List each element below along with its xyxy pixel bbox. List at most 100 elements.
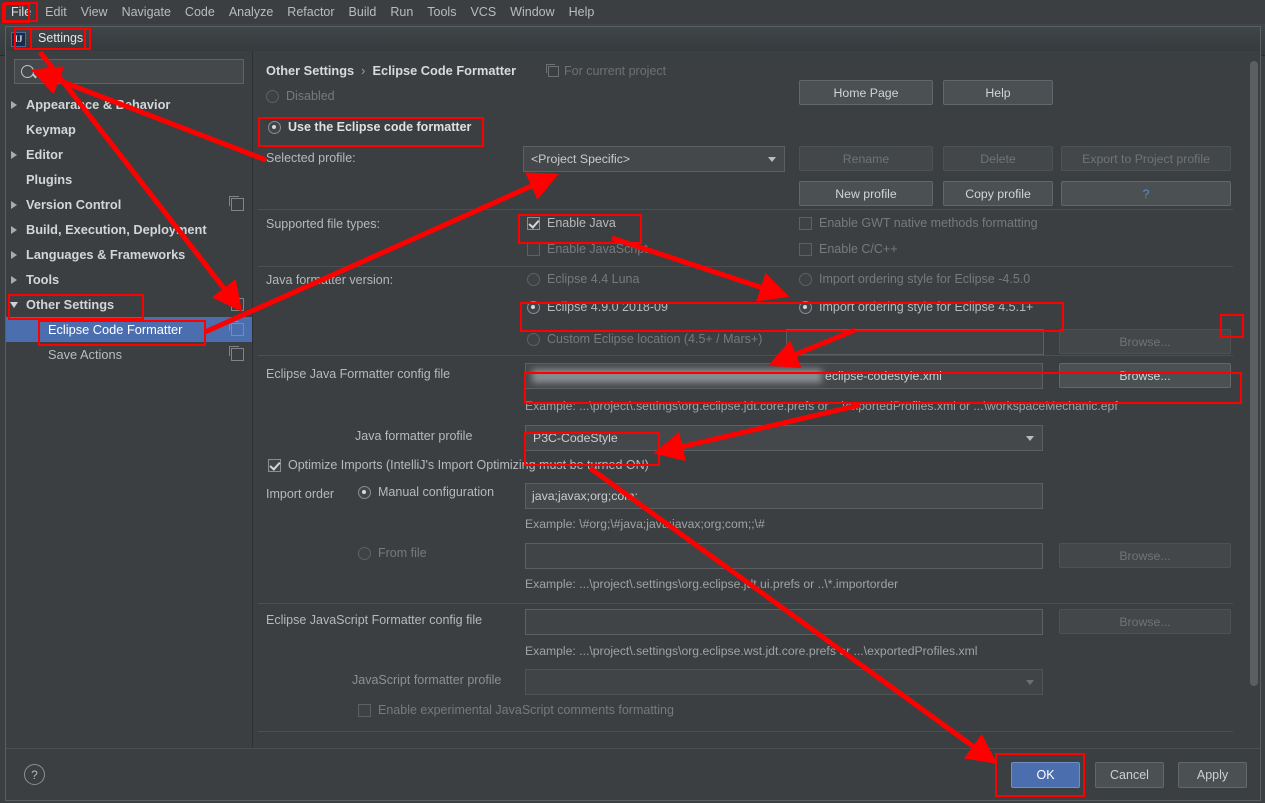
radio-eclipse-490-label: Eclipse 4.9.0 2018-09 xyxy=(547,300,668,314)
eclipse-java-config-file-label: Eclipse Java Formatter config file xyxy=(266,367,451,381)
sidebar-item-other-settings[interactable]: Other Settings xyxy=(6,292,252,317)
menu-item-edit[interactable]: Edit xyxy=(38,2,74,22)
content-scrollbar[interactable] xyxy=(1248,51,1259,748)
chevron-right-icon[interactable] xyxy=(11,225,17,234)
menu-item-view[interactable]: View xyxy=(74,2,115,22)
scrollbar-thumb[interactable] xyxy=(1250,61,1258,686)
search-icon xyxy=(21,65,34,78)
sidebar-item-languages-frameworks[interactable]: Languages & Frameworks xyxy=(6,242,252,267)
radio-use-eclipse-formatter[interactable]: Use the Eclipse code formatter xyxy=(268,120,471,134)
radio-import-order-451[interactable]: Import ordering style for Eclipse 4.5.1+ xyxy=(799,300,1033,314)
sidebar-item-editor[interactable]: Editor xyxy=(6,142,252,167)
selected-profile-combo[interactable]: <Project Specific> xyxy=(523,146,785,172)
menu-item-refactor[interactable]: Refactor xyxy=(280,2,341,22)
chevron-right-icon[interactable] xyxy=(11,200,17,209)
import-order-manual-input[interactable]: java;javax;org;com; xyxy=(525,483,1043,509)
checkbox-enable-javascript[interactable]: Enable JavaScript xyxy=(527,242,648,256)
breadcrumb-separator-icon: › xyxy=(361,63,366,78)
radio-eclipse-490-2018-09[interactable]: Eclipse 4.9.0 2018-09 xyxy=(527,300,668,314)
sidebar-item-appearance-behavior[interactable]: Appearance & Behavior xyxy=(6,92,252,117)
java-formatter-profile-combo[interactable]: P3C-CodeStyle xyxy=(525,425,1043,451)
sidebar-item-save-actions[interactable]: Save Actions xyxy=(6,342,252,367)
divider xyxy=(258,266,1233,267)
sidebar-item-eclipse-code-formatter[interactable]: Eclipse Code Formatter xyxy=(6,317,252,342)
export-to-project-profile-button[interactable]: Export to Project profile xyxy=(1061,146,1231,171)
menu-item-help[interactable]: Help xyxy=(562,2,602,22)
java-config-browse-button[interactable]: Browse... xyxy=(1059,363,1231,388)
copy-settings-icon[interactable] xyxy=(229,346,244,361)
checkbox-enable-gwt[interactable]: Enable GWT native methods formatting xyxy=(799,216,1038,230)
java-formatter-profile-value: P3C-CodeStyle xyxy=(533,431,618,445)
chevron-right-icon[interactable] xyxy=(11,100,17,109)
sidebar-item-plugins[interactable]: Plugins xyxy=(6,167,252,192)
menu-item-analyze[interactable]: Analyze xyxy=(222,2,280,22)
radio-dot-icon xyxy=(358,485,371,499)
radio-disabled-mode[interactable]: Disabled xyxy=(266,89,335,103)
tree-expander xyxy=(6,301,22,308)
copy-settings-icon[interactable] xyxy=(229,196,244,211)
menu-item-vcs[interactable]: VCS xyxy=(463,2,503,22)
help-button[interactable]: Help xyxy=(943,80,1053,105)
menu-item-run[interactable]: Run xyxy=(383,2,420,22)
dialog-title-bar: IJ Settings xyxy=(6,27,1260,51)
checkbox-experimental-js-comments-label: Enable experimental JavaScript comments … xyxy=(378,703,674,717)
menu-item-code[interactable]: Code xyxy=(178,2,222,22)
search-input[interactable] xyxy=(14,59,244,84)
ok-button[interactable]: OK xyxy=(1011,762,1080,788)
apply-button[interactable]: Apply xyxy=(1178,762,1247,788)
rename-profile-button[interactable]: Rename xyxy=(799,146,933,171)
help-question-button[interactable]: ? xyxy=(1061,181,1231,206)
sidebar-item-label: Plugins xyxy=(26,172,73,187)
help-icon[interactable]: ? xyxy=(24,764,45,785)
eclipse-java-config-file-input[interactable]: eclipse-codestyle.xml xyxy=(525,363,1043,389)
eclipse-javascript-config-file-input[interactable] xyxy=(525,609,1043,635)
sidebar-item-label: Eclipse Code Formatter xyxy=(48,322,183,337)
radio-from-file[interactable]: From file xyxy=(358,546,427,560)
custom-eclipse-location-input[interactable] xyxy=(786,329,1044,355)
import-order-browse-button[interactable]: Browse... xyxy=(1059,543,1231,568)
javascript-config-browse-button[interactable]: Browse... xyxy=(1059,609,1231,634)
sidebar-item-tools[interactable]: Tools xyxy=(6,267,252,292)
radio-import-order-450[interactable]: Import ordering style for Eclipse -4.5.0 xyxy=(799,272,1030,286)
menu-item-build[interactable]: Build xyxy=(342,2,384,22)
chevron-right-icon[interactable] xyxy=(11,250,17,259)
checkbox-box-icon xyxy=(358,703,371,717)
new-profile-button[interactable]: New profile xyxy=(799,181,933,206)
tree-expander xyxy=(6,150,22,159)
radio-eclipse-44-luna[interactable]: Eclipse 4.4 Luna xyxy=(527,272,639,286)
copy-settings-icon[interactable] xyxy=(229,321,244,336)
radio-manual-configuration[interactable]: Manual configuration xyxy=(358,485,494,499)
checkbox-optimize-imports-label: Optimize Imports (IntelliJ's Import Opti… xyxy=(288,458,649,472)
javascript-formatter-profile-combo[interactable] xyxy=(525,669,1043,695)
copy-profile-button[interactable]: Copy profile xyxy=(943,181,1053,206)
checkbox-box-icon xyxy=(799,216,812,230)
checkbox-enable-cpp[interactable]: Enable C/C++ xyxy=(799,242,898,256)
delete-profile-button[interactable]: Delete xyxy=(943,146,1053,171)
sidebar-item-version-control[interactable]: Version Control xyxy=(6,192,252,217)
radio-custom-eclipse-location-label: Custom Eclipse location (4.5+ / Mars+) xyxy=(547,332,763,346)
home-page-button[interactable]: Home Page xyxy=(799,80,933,105)
chevron-right-icon[interactable] xyxy=(11,275,17,284)
menu-item-file[interactable]: File xyxy=(4,2,39,22)
sidebar-item-keymap[interactable]: Keymap xyxy=(6,117,252,142)
chevron-down-icon[interactable] xyxy=(10,301,18,308)
breadcrumb-parent[interactable]: Other Settings xyxy=(266,63,354,78)
menu-item-navigate[interactable]: Navigate xyxy=(115,2,178,22)
checkbox-enable-java[interactable]: Enable Java xyxy=(527,216,616,230)
redacted-path-blur xyxy=(532,369,822,383)
import-order-from-file-input[interactable] xyxy=(525,543,1043,569)
checkbox-experimental-js-comments[interactable]: Enable experimental JavaScript comments … xyxy=(358,703,674,717)
custom-location-browse-button[interactable]: Browse... xyxy=(1059,329,1231,354)
breadcrumb-current: Eclipse Code Formatter xyxy=(372,63,517,78)
copy-settings-icon[interactable] xyxy=(229,296,244,311)
menu-item-tools[interactable]: Tools xyxy=(420,2,463,22)
sidebar-item-build-execution-deployment[interactable]: Build, Execution, Deployment xyxy=(6,217,252,242)
menu-item-window[interactable]: Window xyxy=(503,2,561,22)
radio-manual-configuration-label: Manual configuration xyxy=(378,485,495,499)
chevron-right-icon[interactable] xyxy=(11,150,17,159)
radio-custom-eclipse-location[interactable]: Custom Eclipse location (4.5+ / Mars+) xyxy=(527,332,762,346)
sidebar-item-label: Appearance & Behavior xyxy=(26,97,171,112)
checkbox-optimize-imports[interactable]: Optimize Imports (IntelliJ's Import Opti… xyxy=(268,458,649,472)
cancel-button[interactable]: Cancel xyxy=(1095,762,1164,788)
divider xyxy=(258,355,1233,356)
